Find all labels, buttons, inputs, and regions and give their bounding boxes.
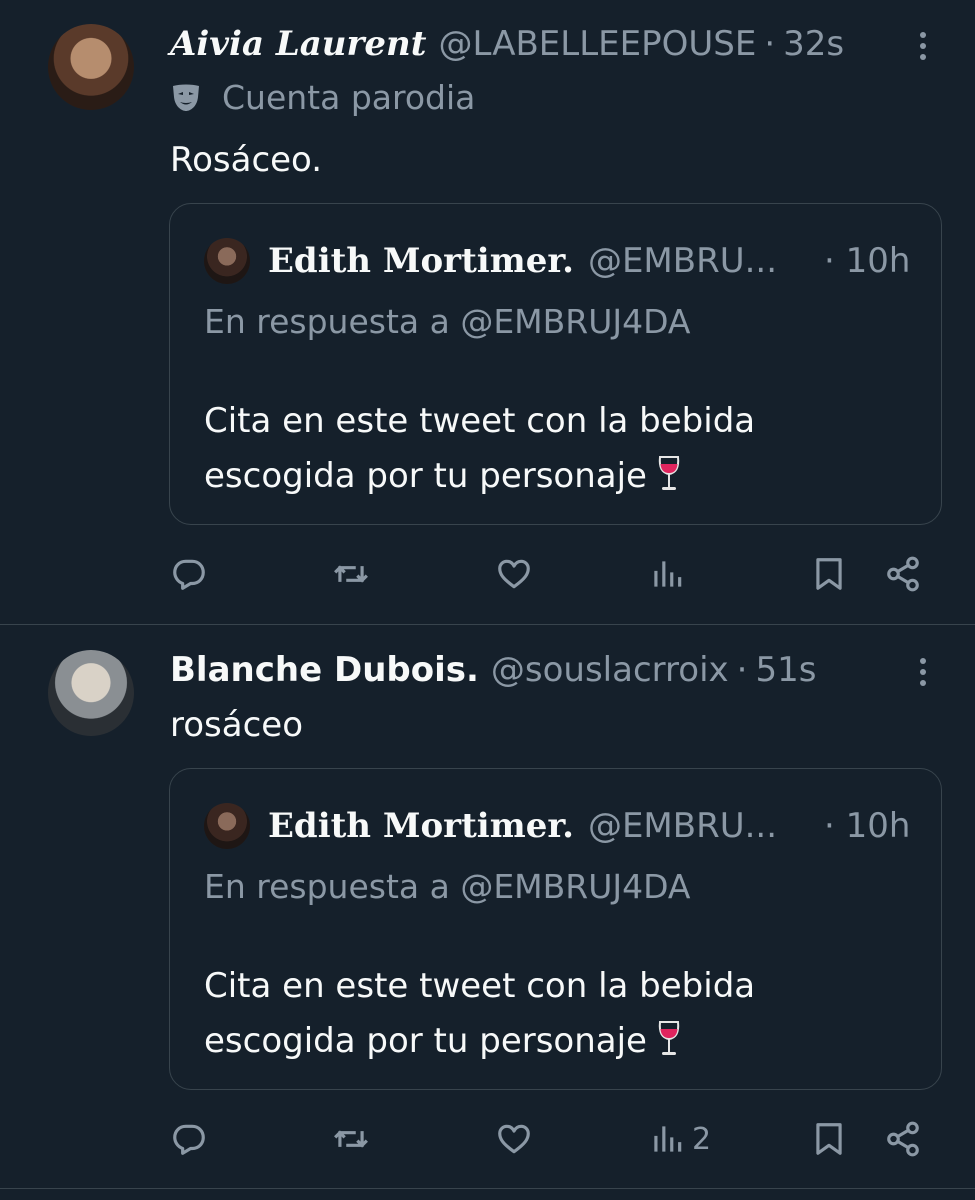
reply-icon xyxy=(173,1124,205,1155)
reply-button[interactable] xyxy=(170,1114,208,1164)
bookmark-button[interactable] xyxy=(810,549,848,599)
views-count: 2 xyxy=(692,1121,712,1157)
share-icon xyxy=(887,1121,919,1157)
reply-icon xyxy=(173,559,205,590)
tweet-actions: 2 xyxy=(0,1114,975,1164)
quoted-tweet[interactable]: Edith Mortimer. @EMBRU... · 10h En respu… xyxy=(169,768,942,1090)
parody-text: Cuenta parodia xyxy=(222,78,476,117)
avatar xyxy=(204,803,250,849)
user-handle[interactable]: @souslacrroix xyxy=(491,650,729,690)
tweet[interactable]: Aivia Laurent @LABELLEEPOUSE · 32s Cuent… xyxy=(0,0,975,624)
wine-glass-icon xyxy=(658,456,680,490)
tweet[interactable]: Blanche Dubois. @souslacrroix · 51s rosá… xyxy=(0,625,975,1188)
divider xyxy=(0,1188,975,1189)
tweet-header: Blanche Dubois. @souslacrroix · 51s xyxy=(170,648,816,692)
reply-button[interactable] xyxy=(170,549,208,599)
display-name[interactable]: Blanche Dubois. xyxy=(170,650,479,690)
views-chart-icon xyxy=(654,1126,682,1152)
avatar xyxy=(204,238,250,284)
quoted-tweet-header: Edith Mortimer. @EMBRU... · 10h xyxy=(204,236,910,286)
parody-label: Cuenta parodia xyxy=(170,78,475,117)
like-button[interactable] xyxy=(495,549,533,599)
tweet-actions xyxy=(0,549,975,599)
quoted-display-name: Edith Mortimer. xyxy=(268,241,574,281)
quoted-tweet-text: Cita en este tweet con la bebida escogid… xyxy=(204,959,904,1069)
quoted-timestamp: · 10h xyxy=(824,806,911,846)
share-button[interactable] xyxy=(884,1114,922,1164)
like-button[interactable] xyxy=(495,1114,533,1164)
retweet-icon xyxy=(334,565,368,583)
separator-dot: · xyxy=(764,24,776,64)
user-handle[interactable]: @LABELLEEPOUSE xyxy=(438,24,756,64)
share-button[interactable] xyxy=(884,549,922,599)
views-button[interactable] xyxy=(648,549,692,599)
avatar[interactable] xyxy=(48,650,134,736)
wine-glass-icon xyxy=(658,1021,680,1055)
tweet-header: Aivia Laurent @LABELLEEPOUSE · 32s xyxy=(170,22,844,66)
reply-context: En respuesta a @EMBRUJ4DA xyxy=(204,867,691,906)
quoted-user-handle: @EMBRU... xyxy=(587,241,778,281)
quoted-tweet[interactable]: Edith Mortimer. @EMBRU... · 10h En respu… xyxy=(169,203,942,525)
bookmark-icon xyxy=(816,558,842,590)
more-vertical-icon[interactable] xyxy=(911,24,935,68)
views-button[interactable]: 2 xyxy=(648,1114,711,1164)
bookmark-button[interactable] xyxy=(810,1114,848,1164)
more-vertical-icon[interactable] xyxy=(911,650,935,694)
quoted-tweet-text: Cita en este tweet con la bebida escogid… xyxy=(204,394,904,504)
separator-dot: · xyxy=(736,650,748,690)
quoted-display-name: Edith Mortimer. xyxy=(268,806,574,846)
heart-icon xyxy=(498,1124,530,1154)
heart-icon xyxy=(498,559,530,589)
quoted-timestamp: · 10h xyxy=(824,241,911,281)
display-name[interactable]: Aivia Laurent xyxy=(170,24,426,64)
quoted-user-handle: @EMBRU... xyxy=(587,806,778,846)
retweet-button[interactable] xyxy=(332,1114,370,1164)
retweet-button[interactable] xyxy=(332,549,370,599)
timestamp[interactable]: 32s xyxy=(783,24,844,64)
views-chart-icon xyxy=(654,561,682,587)
tweet-text: rosáceo xyxy=(170,705,303,745)
avatar[interactable] xyxy=(48,24,134,110)
retweet-icon xyxy=(334,1130,368,1148)
theater-mask-icon xyxy=(173,84,199,111)
tweet-text: Rosáceo. xyxy=(170,140,323,180)
bookmark-icon xyxy=(816,1123,842,1155)
share-icon xyxy=(887,556,919,592)
timestamp[interactable]: 51s xyxy=(755,650,816,690)
reply-context: En respuesta a @EMBRUJ4DA xyxy=(204,302,691,341)
quoted-tweet-header: Edith Mortimer. @EMBRU... · 10h xyxy=(204,801,910,851)
